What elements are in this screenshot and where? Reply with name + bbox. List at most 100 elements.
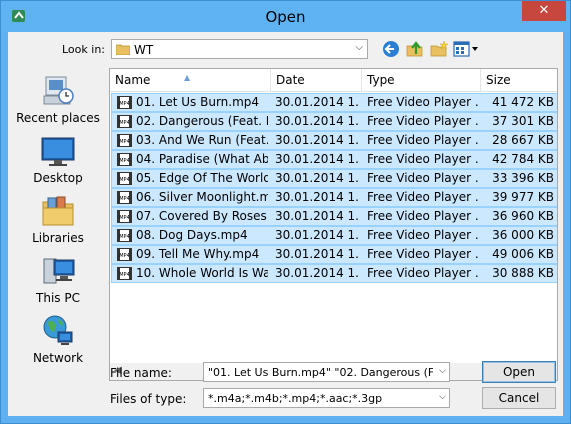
desktop-icon <box>41 137 75 166</box>
file-name: 01. Let Us Burn.mp4 <box>136 95 260 109</box>
sort-up-icon: ▲ <box>184 73 191 82</box>
column-label: Name <box>115 73 151 87</box>
file-date: 30.01.2014 1... <box>275 171 360 185</box>
column-label: Date <box>276 73 305 87</box>
title-bar[interactable]: Open ✕ <box>1 1 570 32</box>
column-label: Size <box>486 73 511 87</box>
file-row[interactable]: MP4 06. Silver Moonlight.m... 30.01.2014… <box>111 188 557 207</box>
open-button[interactable]: Open <box>482 361 556 383</box>
file-type: Free Video Player ... <box>367 95 479 109</box>
place-label: Libraries <box>32 231 84 245</box>
file-name-field[interactable]: "01. Let Us Burn.mp4" "02. Dangerous (Fe… <box>203 362 450 382</box>
recent-places-icon <box>43 76 74 105</box>
dialog-body: Look in: WT ⌵ Recent places Desktop Libr… <box>8 32 563 416</box>
file-size: 39 977 KB <box>492 190 554 204</box>
video-file-icon: MP4 <box>117 191 132 204</box>
libraries-icon <box>42 196 74 226</box>
file-date: 30.01.2014 1... <box>275 114 360 128</box>
svg-text:MP4: MP4 <box>119 139 130 145</box>
file-type-value: *.m4a;*.m4b;*.mp4;*.aac;*.3gp <box>208 392 383 405</box>
cancel-button[interactable]: Cancel <box>482 387 556 409</box>
file-date: 30.01.2014 1... <box>275 228 360 242</box>
file-size: 41 472 KB <box>492 95 554 109</box>
file-type: Free Video Player ... <box>367 228 479 242</box>
column-label: Type <box>367 73 395 87</box>
svg-text:MP4: MP4 <box>119 158 130 164</box>
chevron-down-icon: ⌵ <box>355 42 363 53</box>
file-row[interactable]: MP4 08. Dog Days.mp4 30.01.2014 1... Fre… <box>111 226 557 245</box>
file-date: 30.01.2014 1... <box>275 152 360 166</box>
open-dialog: Open ✕ Look in: WT ⌵ Recent places Deskt… <box>0 0 571 424</box>
chevron-down-icon[interactable]: ⌵ <box>439 392 446 402</box>
file-type: Free Video Player ... <box>367 171 479 185</box>
file-row[interactable]: MP4 04. Paradise (What Ab... 30.01.2014 … <box>111 150 557 169</box>
file-type-select[interactable]: *.m4a;*.m4b;*.mp4;*.aac;*.3gp ⌵ <box>203 388 450 408</box>
file-size: 37 301 KB <box>492 114 554 128</box>
file-row[interactable]: MP4 07. Covered By Roses.... 30.01.2014 … <box>111 207 557 226</box>
file-type: Free Video Player ... <box>367 190 479 204</box>
file-name: 08. Dog Days.mp4 <box>136 228 248 242</box>
file-row[interactable]: MP4 09. Tell Me Why.mp4 30.01.2014 1... … <box>111 245 557 264</box>
file-name: 04. Paradise (What Ab... <box>136 152 268 166</box>
file-type: Free Video Player ... <box>367 247 479 261</box>
place-label: Desktop <box>33 171 83 185</box>
chevron-down-icon[interactable]: ⌵ <box>439 366 446 376</box>
file-row[interactable]: MP4 01. Let Us Burn.mp4 30.01.2014 1... … <box>111 93 557 112</box>
place-network[interactable]: Network <box>12 314 104 372</box>
file-row[interactable]: MP4 10. Whole World Is Wa... 30.01.2014 … <box>111 264 557 283</box>
look-in-combo[interactable]: WT ⌵ <box>111 39 368 59</box>
look-in-label: Look in: <box>62 43 105 56</box>
file-date: 30.01.2014 1... <box>275 209 360 223</box>
file-date: 30.01.2014 1... <box>275 133 360 147</box>
close-button[interactable]: ✕ <box>522 1 566 21</box>
svg-text:MP4: MP4 <box>119 234 130 240</box>
svg-text:MP4: MP4 <box>119 196 130 202</box>
file-row[interactable]: MP4 05. Edge Of The World.... 30.01.2014… <box>111 169 557 188</box>
file-size: 42 784 KB <box>492 152 554 166</box>
video-file-icon: MP4 <box>117 96 132 109</box>
place-desktop[interactable]: Desktop <box>12 134 104 192</box>
file-date: 30.01.2014 1... <box>275 190 360 204</box>
place-label: Network <box>32 351 84 365</box>
window-title: Open <box>265 8 306 26</box>
column-name[interactable]: ▲ Name <box>110 69 271 91</box>
file-type: Free Video Player ... <box>367 152 479 166</box>
svg-text:MP4: MP4 <box>119 101 130 107</box>
new-folder-icon[interactable] <box>429 40 449 58</box>
video-file-icon: MP4 <box>117 229 132 242</box>
file-list[interactable]: ▲ Name Date Type Size MP4 01. Let Us Bur… <box>109 68 558 381</box>
this-pc-icon <box>43 258 75 284</box>
file-name: 10. Whole World Is Wa... <box>136 266 268 280</box>
folder-icon <box>116 44 130 55</box>
file-size: 30 888 KB <box>492 266 554 280</box>
places-bar: Recent places Desktop Libraries This PC … <box>12 68 104 408</box>
place-libraries[interactable]: Libraries <box>12 194 104 252</box>
place-recent-places[interactable]: Recent places <box>12 74 104 132</box>
video-file-icon: MP4 <box>117 210 132 223</box>
file-size: 36 000 KB <box>492 228 554 242</box>
file-date: 30.01.2014 1... <box>275 266 360 280</box>
file-name-label: File name: <box>110 366 172 380</box>
file-size: 36 960 KB <box>492 209 554 223</box>
place-this-pc[interactable]: This PC <box>12 254 104 312</box>
column-date[interactable]: Date <box>271 69 362 91</box>
file-type: Free Video Player ... <box>367 114 479 128</box>
file-name-value: "01. Let Us Burn.mp4" "02. Dangerous (Fe… <box>208 366 433 379</box>
column-type[interactable]: Type <box>362 69 481 91</box>
views-icon[interactable] <box>453 40 479 58</box>
column-size[interactable]: Size <box>481 69 557 91</box>
video-file-icon: MP4 <box>117 267 132 280</box>
file-name: 05. Edge Of The World.... <box>136 171 268 185</box>
place-label: This PC <box>36 291 80 305</box>
back-icon[interactable] <box>381 40 401 58</box>
file-date: 30.01.2014 1... <box>275 247 360 261</box>
network-icon <box>43 315 73 345</box>
video-file-icon: MP4 <box>117 134 132 147</box>
svg-text:MP4: MP4 <box>119 215 130 221</box>
up-folder-icon[interactable] <box>405 40 425 58</box>
file-size: 28 667 KB <box>492 133 554 147</box>
file-row[interactable]: MP4 02. Dangerous (Feat. H... 30.01.2014… <box>111 112 557 131</box>
file-row[interactable]: MP4 03. And We Run (Feat. ... 30.01.2014… <box>111 131 557 150</box>
file-name: 07. Covered By Roses.... <box>136 209 268 223</box>
video-file-icon: MP4 <box>117 153 132 166</box>
